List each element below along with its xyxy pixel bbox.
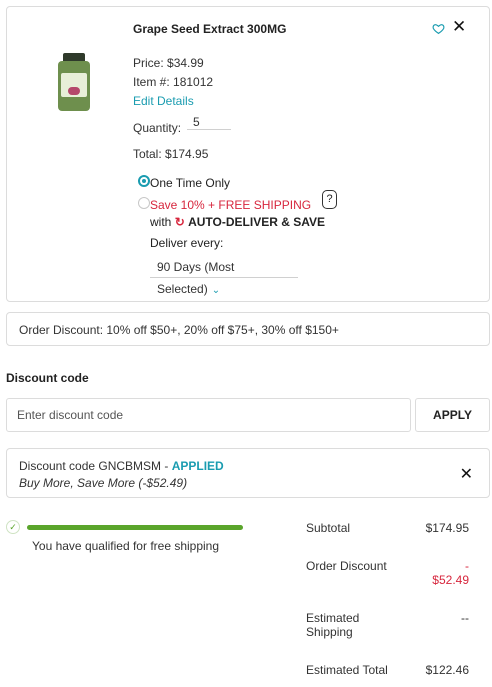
price-line: Price: $34.99 <box>133 56 204 70</box>
bottle-graphic <box>68 87 80 95</box>
close-icon[interactable]: ✕ <box>460 464 473 484</box>
apply-button[interactable]: APPLY <box>415 398 490 432</box>
applied-status: APPLIED <box>171 459 224 473</box>
estimated-shipping-label-2: Shipping <box>306 625 353 639</box>
quantity-label: Quantity: <box>133 121 182 135</box>
total-label: Total: <box>133 147 162 161</box>
chevron-down-icon: ⌄ <box>211 285 221 296</box>
subtotal-label: Subtotal <box>306 521 351 535</box>
applied-code-text: Discount code GNCBMSM - <box>19 459 172 473</box>
edit-details-link[interactable]: Edit Details <box>133 94 194 108</box>
total-value: $174.95 <box>165 147 209 161</box>
order-discount-text: Order Discount: 10% off $50+, 20% off $7… <box>19 323 339 337</box>
bottle-cap <box>63 53 85 61</box>
one-time-radio[interactable] <box>138 175 150 187</box>
order-discount-label: Order Discount <box>306 559 387 573</box>
shipping-progress-fill <box>27 525 243 530</box>
shipping-progress-bar <box>27 525 243 530</box>
product-name[interactable]: Grape Seed Extract 300MG <box>133 22 286 36</box>
auto-deliver-line: with ↻ AUTO-DELIVER & SAVE <box>150 215 325 229</box>
auto-deliver-icon: ↻ <box>174 215 185 229</box>
item-number-line: Item #: 181012 <box>133 75 213 89</box>
one-time-label[interactable]: One Time Only <box>150 176 230 190</box>
order-discount-banner: Order Discount: 10% off $50+, 20% off $7… <box>6 312 490 346</box>
discount-code-input[interactable] <box>6 398 411 432</box>
save-offer-text[interactable]: Save 10% + FREE SHIPPING <box>150 198 311 212</box>
check-icon: ✓ <box>6 520 20 534</box>
price-label: Price: <box>133 56 164 70</box>
estimated-shipping-label-1: Estimated <box>306 611 360 625</box>
deliver-every-label: Deliver every: <box>150 236 224 250</box>
close-icon[interactable]: ✕ <box>452 18 468 35</box>
discount-code-heading: Discount code <box>6 371 89 385</box>
product-image[interactable] <box>55 53 93 113</box>
free-shipping-message: You have qualified for free shipping <box>32 539 220 553</box>
help-button[interactable]: ? <box>322 190 337 209</box>
total-line: Total: $174.95 <box>133 147 208 161</box>
deliver-frequency-select[interactable]: 90 Days (Most Selected) ⌄ <box>150 256 298 296</box>
estimated-total-value: $122.46 <box>425 663 469 677</box>
price-value: $34.99 <box>167 56 204 70</box>
heart-icon[interactable] <box>432 22 446 36</box>
item-number-value: 181012 <box>173 75 214 89</box>
heart-icon-glyph <box>432 24 445 35</box>
estimated-total-label: Estimated Total <box>306 663 388 677</box>
estimated-shipping-value: -- <box>461 611 469 625</box>
auto-deliver-label: AUTO-DELIVER & SAVE <box>188 215 325 229</box>
order-discount-value: $52.49 <box>432 573 469 587</box>
subtotal-value: $174.95 <box>425 521 469 535</box>
quantity-input[interactable] <box>187 114 231 130</box>
order-discount-sign: - <box>465 559 469 573</box>
applied-discount-detail: Buy More, Save More (-$52.49) <box>19 476 188 490</box>
applied-discount-box: Discount code GNCBMSM - APPLIED Buy More… <box>6 448 490 498</box>
applied-code-line: Discount code GNCBMSM - APPLIED <box>19 459 477 473</box>
auto-deliver-radio[interactable] <box>138 197 150 209</box>
with-text: with <box>150 215 172 229</box>
item-number-label: Item #: <box>133 75 170 89</box>
